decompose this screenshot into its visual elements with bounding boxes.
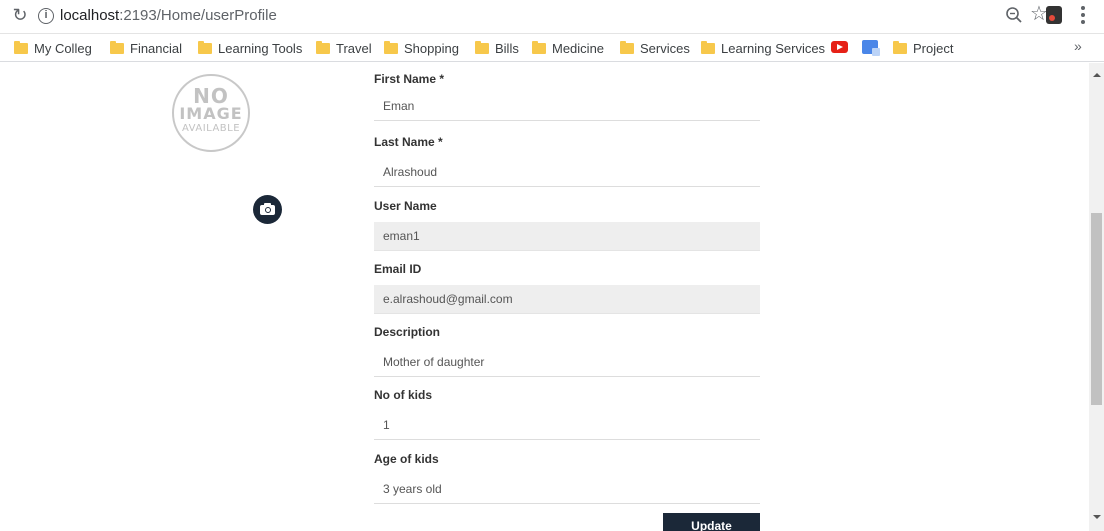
- user-name-group: User Name: [374, 199, 760, 251]
- folder-icon: [110, 41, 124, 54]
- bookmark-label: Medicine: [552, 41, 605, 56]
- no-image-line3: AVAILABLE: [181, 123, 241, 134]
- age-of-kids-input[interactable]: [374, 475, 760, 504]
- folder-icon: [198, 41, 212, 54]
- age-of-kids-group: Age of kids: [374, 452, 760, 504]
- profile-image-placeholder: NO IMAGE AVAILABLE: [172, 74, 250, 152]
- bookmark-shopping[interactable]: Shopping: [384, 41, 459, 57]
- bookmark-label: Shopping: [404, 41, 459, 56]
- scroll-thumb[interactable]: [1091, 213, 1102, 405]
- address-bar: ↻ i localhost:2193/Home/userProfile ☆: [0, 0, 1104, 34]
- evernote-extension-icon[interactable]: [1046, 6, 1062, 24]
- folder-icon: [701, 41, 715, 54]
- bookmarks-overflow-icon[interactable]: »: [1074, 38, 1082, 54]
- url-path: :2193/Home/userProfile: [119, 7, 277, 24]
- folder-icon: [532, 41, 546, 54]
- email-group: Email ID: [374, 262, 760, 314]
- youtube-icon[interactable]: [831, 41, 848, 53]
- description-group: Description: [374, 325, 760, 377]
- email-input[interactable]: [374, 285, 760, 314]
- bookmark-learning-services[interactable]: Learning Services: [701, 41, 825, 57]
- first-name-label: First Name *: [374, 72, 445, 86]
- email-label: Email ID: [374, 262, 422, 276]
- folder-icon: [620, 41, 634, 54]
- bookmark-travel[interactable]: Travel: [316, 41, 372, 57]
- no-of-kids-label: No of kids: [374, 388, 433, 402]
- folder-icon: [893, 41, 907, 54]
- folder-icon: [475, 41, 489, 54]
- scroll-up-arrow-icon[interactable]: [1093, 73, 1101, 77]
- no-image-line1: NO: [193, 84, 229, 108]
- user-name-input[interactable]: [374, 222, 760, 251]
- browser-menu-icon[interactable]: [1081, 6, 1085, 24]
- bookmark-financial[interactable]: Financial: [110, 41, 182, 57]
- first-name-input[interactable]: [374, 92, 760, 121]
- folder-icon: [316, 41, 330, 54]
- bookmark-label: Financial: [130, 41, 183, 56]
- page-scrollbar[interactable]: [1089, 63, 1104, 531]
- description-input[interactable]: [374, 348, 760, 377]
- upload-photo-button[interactable]: [253, 195, 282, 224]
- last-name-group: Last Name *: [374, 135, 760, 187]
- bookmark-services[interactable]: Services: [620, 41, 690, 57]
- bookmark-label: Learning Tools: [218, 41, 303, 56]
- reload-icon[interactable]: ↻: [10, 5, 30, 25]
- age-of-kids-label: Age of kids: [374, 452, 439, 466]
- camera-lens: [265, 207, 271, 213]
- url-host: localhost: [60, 7, 120, 24]
- no-of-kids-input[interactable]: [374, 411, 760, 440]
- google-translate-icon[interactable]: [862, 40, 880, 56]
- folder-icon: [14, 41, 28, 54]
- first-name-group: First Name *: [374, 72, 760, 121]
- bookmark-label: Travel: [336, 41, 372, 56]
- bookmark-my-colleg[interactable]: My Colleg: [14, 41, 92, 57]
- url-field[interactable]: localhost:2193/Home/userProfile: [60, 7, 277, 24]
- bookmark-medicine[interactable]: Medicine: [532, 41, 604, 57]
- bookmark-bills[interactable]: Bills: [475, 41, 519, 57]
- description-label: Description: [374, 325, 441, 339]
- user-name-label: User Name: [374, 199, 437, 213]
- bookmark-project[interactable]: Project: [893, 41, 953, 57]
- no-image-line2: IMAGE: [179, 104, 243, 123]
- no-of-kids-group: No of kids: [374, 388, 760, 440]
- last-name-input[interactable]: [374, 158, 760, 187]
- bookmark-label: Learning Services: [721, 41, 826, 56]
- bookmark-label: Project: [913, 41, 954, 56]
- bookmark-label: Bills: [495, 41, 519, 56]
- info-icon[interactable]: i: [38, 8, 54, 24]
- last-name-label: Last Name *: [374, 135, 443, 149]
- bookmark-learning-tools[interactable]: Learning Tools: [198, 41, 302, 57]
- scroll-down-arrow-icon[interactable]: [1093, 515, 1101, 519]
- bookmark-label: My Colleg: [34, 41, 92, 56]
- bookmark-label: Services: [640, 41, 690, 56]
- zoom-icon[interactable]: [1005, 6, 1023, 24]
- folder-icon: [384, 41, 398, 54]
- update-button[interactable]: Update: [663, 513, 760, 531]
